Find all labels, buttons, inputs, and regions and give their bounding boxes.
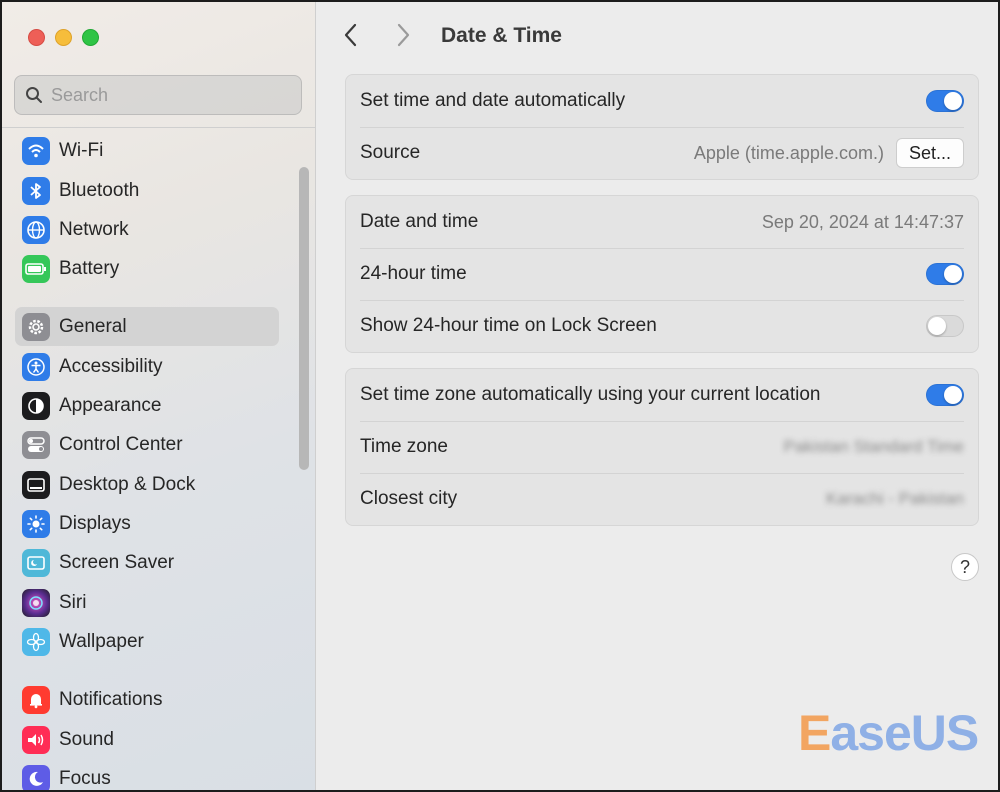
search-icon	[26, 87, 42, 103]
row-set-time-automatically: Set time and date automatically	[346, 75, 978, 127]
screen-saver-icon	[22, 548, 50, 577]
sidebar-item-notifications[interactable]: Notifications	[15, 680, 279, 719]
row-label: Date and time	[360, 211, 479, 232]
siri-icon	[22, 588, 50, 617]
row-label: Source	[360, 142, 421, 163]
sidebar-item-label: Bluetooth	[59, 179, 140, 201]
sidebar-item-wallpaper[interactable]: Wallpaper	[15, 622, 279, 661]
watermark-first-letter: E	[798, 705, 831, 761]
lock-screen-24-hour-toggle[interactable]	[926, 315, 964, 337]
globe-icon	[22, 215, 50, 244]
bell-icon	[22, 685, 50, 714]
sidebar-divider	[2, 127, 316, 128]
settings-group-format: Date and time Sep 20, 2024 at 14:47:37 2…	[345, 195, 979, 353]
row-lock-screen-24-hour: Show 24-hour time on Lock Screen	[346, 300, 978, 352]
traffic-lights	[28, 29, 99, 46]
watermark-rest: aseUS	[830, 705, 979, 761]
search-input[interactable]	[51, 84, 281, 106]
minimize-window-button[interactable]	[55, 29, 72, 46]
row-auto-timezone: Set time zone automatically using your c…	[346, 369, 978, 421]
appearance-icon	[22, 391, 50, 420]
sidebar-item-wifi[interactable]: Wi-Fi	[15, 131, 279, 170]
dock-icon	[22, 470, 50, 499]
sidebar-item-label: Displays	[59, 512, 131, 534]
closest-city-value: Karachi - Pakistan	[826, 489, 964, 508]
auto-time-toggle[interactable]	[926, 90, 964, 112]
sidebar-item-displays[interactable]: Displays	[15, 504, 279, 543]
control-center-icon	[22, 430, 50, 459]
wifi-icon	[22, 136, 50, 165]
sidebar-item-battery[interactable]: Battery	[15, 249, 279, 288]
main-pane: Date & Time Set time and date automatica…	[317, 2, 998, 790]
chevron-left-icon[interactable]	[343, 22, 359, 54]
sidebar-item-label: Control Center	[59, 433, 183, 455]
sidebar-item-label: Network	[59, 218, 129, 240]
sidebar-item-network[interactable]: Network	[15, 210, 279, 249]
chevron-right-icon[interactable]	[395, 22, 411, 54]
speaker-icon	[22, 725, 50, 754]
sidebar: Wi-Fi Bluetooth Network Battery	[2, 2, 316, 790]
sidebar-item-label: General	[59, 315, 127, 337]
sidebar-item-label: Focus	[59, 767, 111, 789]
flower-icon	[22, 627, 50, 656]
datetime-value: Sep 20, 2024 at 14:47:37	[761, 211, 964, 232]
sidebar-item-label: Accessibility	[59, 355, 163, 377]
sidebar-item-screen-saver[interactable]: Screen Saver	[15, 543, 279, 582]
row-date-and-time: Date and time Sep 20, 2024 at 14:47:37	[346, 196, 978, 248]
zoom-window-button[interactable]	[82, 29, 99, 46]
row-label: 24-hour time	[360, 263, 467, 284]
sidebar-item-accessibility[interactable]: Accessibility	[15, 347, 279, 386]
sidebar-item-appearance[interactable]: Appearance	[15, 386, 279, 425]
row-24-hour-time: 24-hour time	[346, 248, 978, 300]
close-window-button[interactable]	[28, 29, 45, 46]
set-source-button[interactable]: Set...	[895, 138, 964, 168]
sidebar-item-label: Notifications	[59, 688, 163, 710]
row-label: Time zone	[360, 436, 448, 457]
sun-icon	[22, 509, 50, 538]
sidebar-item-control-center[interactable]: Control Center	[15, 425, 279, 464]
time-zone-value: Pakistan Standard Time	[783, 437, 964, 456]
sidebar-item-label: Wallpaper	[59, 630, 144, 652]
sidebar-item-label: Wi-Fi	[59, 139, 104, 161]
sidebar-item-bluetooth[interactable]: Bluetooth	[15, 171, 279, 210]
row-closest-city: Closest city Karachi - Pakistan	[346, 473, 978, 525]
accessibility-icon	[22, 352, 50, 381]
moon-icon	[22, 764, 50, 790]
settings-group-timezone: Set time zone automatically using your c…	[345, 368, 979, 526]
sidebar-item-desktop-dock[interactable]: Desktop & Dock	[15, 465, 279, 504]
sidebar-item-label: Desktop & Dock	[59, 473, 196, 495]
settings-group-time-source: Set time and date automatically Source A…	[345, 74, 979, 180]
sidebar-item-label: Siri	[59, 591, 87, 613]
row-label: Show 24-hour time on Lock Screen	[360, 315, 657, 336]
sidebar-item-label: Sound	[59, 728, 114, 750]
source-value: Apple (time.apple.com.)	[693, 142, 884, 163]
settings-window: Wi-Fi Bluetooth Network Battery	[0, 0, 1000, 792]
help-button[interactable]: ?	[951, 553, 979, 581]
sidebar-item-label: Screen Saver	[59, 551, 175, 573]
sidebar-item-sound[interactable]: Sound	[15, 720, 279, 759]
sidebar-scrollbar[interactable]	[299, 167, 309, 470]
search-field[interactable]	[14, 75, 302, 115]
row-source: Source Apple (time.apple.com.) Set...	[346, 127, 978, 179]
sidebar-item-label: Appearance	[59, 394, 162, 416]
sidebar-item-label: Battery	[59, 257, 120, 279]
row-label: Set time and date automatically	[360, 90, 626, 111]
row-label: Closest city	[360, 488, 458, 509]
sidebar-item-general[interactable]: General	[15, 307, 279, 346]
row-time-zone: Time zone Pakistan Standard Time	[346, 421, 978, 473]
page-title: Date & Time	[441, 24, 562, 47]
easeus-watermark-logo: EaseUS	[798, 704, 979, 762]
sidebar-item-focus[interactable]: Focus	[15, 759, 279, 790]
bluetooth-icon	[22, 176, 50, 205]
battery-icon	[22, 254, 50, 283]
auto-timezone-toggle[interactable]	[926, 384, 964, 406]
sidebar-item-siri[interactable]: Siri	[15, 583, 279, 622]
gear-icon	[22, 312, 50, 341]
24-hour-toggle[interactable]	[926, 263, 964, 285]
row-label: Set time zone automatically using your c…	[360, 384, 821, 405]
